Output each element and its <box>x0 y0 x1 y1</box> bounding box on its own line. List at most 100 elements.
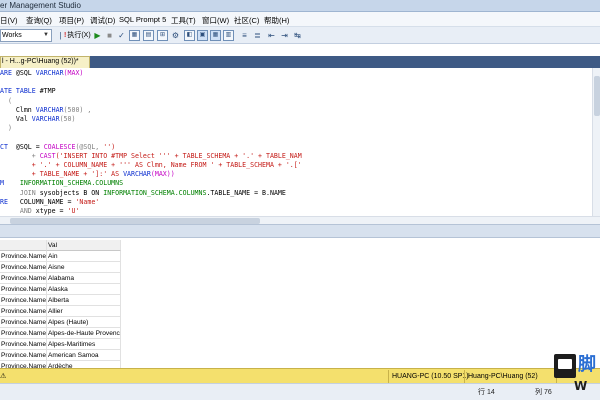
table-cell[interactable]: Province.Name <box>0 361 47 368</box>
code-line: M INFORMATION_SCHEMA.COLUMNS <box>0 179 123 187</box>
code-token: INFORMATION_SCHEMA.COLUMNS <box>103 188 207 197</box>
database-select[interactable]: Works ▼ <box>0 29 52 42</box>
query-options-icon[interactable]: ▤ <box>143 30 154 41</box>
code-token: COALESCE <box>43 142 76 151</box>
code-token: sysobjects B ON <box>39 188 104 197</box>
query-editor[interactable]: ARE @SQL VARCHAR(MAX) ATE TABLE #TMP ( Cl… <box>0 68 592 216</box>
results-to-grid-icon[interactable]: ▦ <box>210 30 221 41</box>
query-document-tab[interactable]: l - H...g-PC\Huang (52))* <box>0 56 90 68</box>
decrease-indent-icon[interactable]: ⇤ <box>266 30 277 41</box>
specify-values-icon[interactable]: ↹ <box>292 30 303 41</box>
code-line: + CAST('INSERT INTO #TMP Select ''' + TA… <box>0 152 302 160</box>
code-token: M <box>0 179 20 188</box>
code-token: COLUMN_NAME = <box>19 197 76 206</box>
code-token: (50) <box>59 115 76 123</box>
code-token: 'Name' <box>75 197 100 206</box>
menu-item[interactable]: 窗口(W) <box>202 15 229 26</box>
stop-icon[interactable]: ■ <box>104 30 115 41</box>
results-splitter[interactable] <box>0 224 600 238</box>
code-token: VARCHAR <box>35 69 64 77</box>
results-grid[interactable]: Val Province.Name Ain Province.Name Aisne Pro… <box>0 238 600 368</box>
toolbar: Works ▼ | !执行(X) ▶ ■ ✓ ▦ ▤ ⊞ ⚙ ◧ ▣ ▦ ▥ ≡… <box>0 27 600 44</box>
results-to-text-icon[interactable]: ▣ <box>197 30 208 41</box>
increase-indent-icon[interactable]: ⇥ <box>279 30 290 41</box>
editor-horizontal-scrollbar[interactable] <box>0 216 600 224</box>
table-cell[interactable]: Province.Name <box>0 262 47 273</box>
results-to-file-icon[interactable]: ▥ <box>223 30 234 41</box>
table-cell[interactable]: Province.Name <box>0 295 47 306</box>
connection-status: Huang-PC\Huang (52) <box>464 370 538 383</box>
code-line: Clmn VARCHAR(500) , <box>0 106 91 114</box>
code-line: ( <box>0 97 12 105</box>
menu-item[interactable]: 帮助(H) <box>264 15 289 26</box>
comment-icon[interactable]: ≡ <box>239 30 250 41</box>
monitor-icon <box>554 354 576 378</box>
query-document-tab-label: l - H...g-PC\Huang (52))* <box>2 58 79 65</box>
menu-item[interactable]: 查询(Q) <box>26 15 52 26</box>
toolbar-spacer <box>0 45 600 56</box>
code-line: ATE TABLE #TMP <box>0 87 56 95</box>
table-cell[interactable]: Alberta <box>47 295 121 306</box>
code-token: #TMP <box>39 87 56 96</box>
code-token: + <box>0 151 40 160</box>
editor-status-bar: 行 14 列 76 <box>0 383 600 400</box>
logo-character: 脚 <box>578 354 596 375</box>
table-cell[interactable]: Province.Name <box>0 273 47 284</box>
table-cell[interactable]: Ain <box>47 251 121 262</box>
code-token: ARE <box>0 69 16 77</box>
code-token: ('INSERT INTO #TMP Select ''' + TABLE_SC… <box>55 151 302 160</box>
table-cell[interactable]: Province.Name <box>0 339 47 350</box>
table-cell[interactable]: Province.Name <box>0 328 47 339</box>
code-line: Val VARCHAR(50) <box>0 115 76 123</box>
parse-check-icon[interactable]: ✓ <box>116 30 127 41</box>
table-cell[interactable]: Alpes-Maritimes <box>47 339 121 350</box>
column-header[interactable] <box>0 240 47 251</box>
menu-item[interactable]: 工具(T) <box>171 15 196 26</box>
include-plan-icon[interactable]: ◧ <box>184 30 195 41</box>
site-logo: 脚 W <box>554 354 600 400</box>
table-cell[interactable]: Province.Name <box>0 350 47 361</box>
table-cell[interactable]: Alabama <box>47 273 121 284</box>
title-bar: er Management Studio <box>0 0 600 12</box>
estimated-plan-icon[interactable]: ⊞ <box>157 30 168 41</box>
column-header[interactable]: Val <box>47 240 121 251</box>
code-line: RE COLUMN_NAME = 'Name' <box>0 198 99 206</box>
menu-item[interactable]: 社区(C) <box>234 15 259 26</box>
code-token: CAST <box>39 151 56 160</box>
table-cell[interactable]: Aisne <box>47 262 121 273</box>
results-grid-icon[interactable]: ▦ <box>129 30 140 41</box>
table-cell[interactable]: Province.Name <box>0 284 47 295</box>
debug-play-icon[interactable]: ▶ <box>92 30 103 41</box>
query-status-bar: ⚠ HUANG-PC (10.50 SP1) Huang-PC\Huang (5… <box>0 368 600 383</box>
editor-vertical-scrollbar[interactable] <box>592 68 600 216</box>
table-cell[interactable]: Alpes-de-Haute Provence <box>47 328 121 339</box>
code-token: Val <box>0 115 32 123</box>
table-cell[interactable]: Ardèche <box>47 361 121 368</box>
menu-item[interactable]: 调试(D) <box>90 15 115 26</box>
code-line: + '.' + COLUMN_NAME + ''' AS Clmn, Name … <box>0 161 302 169</box>
code-token: xtype = <box>35 207 68 215</box>
menu-item[interactable]: 日(V) <box>0 15 18 26</box>
execute-button[interactable]: !执行(X) <box>64 30 91 41</box>
uncomment-icon[interactable]: ≣ <box>252 30 263 41</box>
code-token: + TABLE_NAME + ']:' AS <box>0 170 124 179</box>
code-line: CT @SQL = COALESCE(@SQL, '') <box>0 143 115 151</box>
table-cell[interactable]: Allier <box>47 306 121 317</box>
code-token: .TABLE_NAME = B.NAME <box>206 188 286 197</box>
menu-item[interactable]: SQL Prompt 5 <box>119 15 166 24</box>
menu-item[interactable]: 项目(P) <box>59 15 84 26</box>
table-cell[interactable]: American Samoa <box>47 350 121 361</box>
table-cell[interactable]: Alpes (Haute) <box>47 317 121 328</box>
code-token: @SQL <box>15 69 36 77</box>
scroll-thumb[interactable] <box>594 76 600 116</box>
code-line: ) <box>0 124 12 132</box>
table-cell[interactable]: Province.Name <box>0 306 47 317</box>
column-number: 列 76 <box>535 389 552 396</box>
code-token: VARCHAR <box>31 115 60 123</box>
code-token: CT <box>0 142 16 151</box>
table-cell[interactable]: Alaska <box>47 284 121 295</box>
code-token: Clmn <box>0 105 36 114</box>
table-cell[interactable]: Province.Name <box>0 251 47 262</box>
table-cell[interactable]: Province.Name <box>0 317 47 328</box>
intellisense-icon[interactable]: ⚙ <box>170 30 181 41</box>
